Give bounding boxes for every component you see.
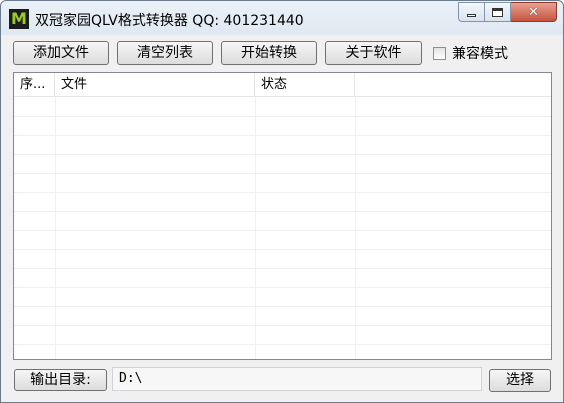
start-convert-button[interactable]: 开始转换 — [221, 41, 317, 65]
app-m-icon[interactable]: M — [9, 9, 29, 29]
grid-row-line — [14, 135, 551, 136]
column-header-status[interactable]: 状态 — [255, 73, 355, 97]
clear-list-button[interactable]: 清空列表 — [117, 41, 213, 65]
output-dir-field[interactable]: D:\ — [112, 367, 482, 391]
grid-row-line — [14, 325, 551, 326]
minimize-button[interactable] — [458, 2, 485, 22]
close-button[interactable]: ✕ — [511, 2, 557, 22]
grid-row-line — [14, 211, 551, 212]
column-header-filler — [355, 73, 551, 97]
window-title: 双冠家园QLV格式转换器 QQ: 401231440 — [35, 13, 304, 29]
maximize-icon — [492, 7, 503, 17]
file-list[interactable]: 序... 文件 状态 — [13, 72, 552, 360]
window-controls: ✕ — [458, 2, 557, 22]
grid-column-line — [55, 97, 56, 359]
output-dir-button[interactable]: 输出目录: — [14, 369, 107, 391]
compat-mode-checkbox-wrap[interactable]: 兼容模式 — [433, 44, 508, 62]
minimize-icon — [467, 13, 476, 17]
grid-row-line — [14, 154, 551, 155]
grid-row-line — [14, 306, 551, 307]
grid-row-line — [14, 230, 551, 231]
compat-mode-label[interactable]: 兼容模式 — [452, 43, 508, 63]
grid-row-line — [14, 192, 551, 193]
about-button[interactable]: 关于软件 — [325, 41, 422, 65]
grid-row-line — [14, 268, 551, 269]
column-header-index[interactable]: 序... — [14, 73, 55, 97]
column-header-file[interactable]: 文件 — [55, 73, 255, 97]
grid-row-line — [14, 249, 551, 250]
title-bar[interactable]: M 双冠家园QLV格式转换器 QQ: 401231440 ✕ — [1, 1, 563, 35]
grid-row-line — [14, 173, 551, 174]
close-icon: ✕ — [528, 4, 539, 20]
grid-column-line — [355, 97, 356, 359]
grid-row-line — [14, 287, 551, 288]
grid-column-line — [255, 97, 256, 359]
grid-row-line — [14, 116, 551, 117]
compat-mode-checkbox[interactable] — [433, 46, 446, 60]
app-window: M 双冠家园QLV格式转换器 QQ: 401231440 ✕ 添加文件 清空列表… — [0, 0, 564, 403]
maximize-button[interactable] — [485, 2, 511, 22]
add-file-button[interactable]: 添加文件 — [13, 41, 109, 65]
choose-dir-button[interactable]: 选择 — [489, 369, 551, 392]
file-list-header: 序... 文件 状态 — [14, 73, 551, 97]
grid-row-line — [14, 344, 551, 345]
